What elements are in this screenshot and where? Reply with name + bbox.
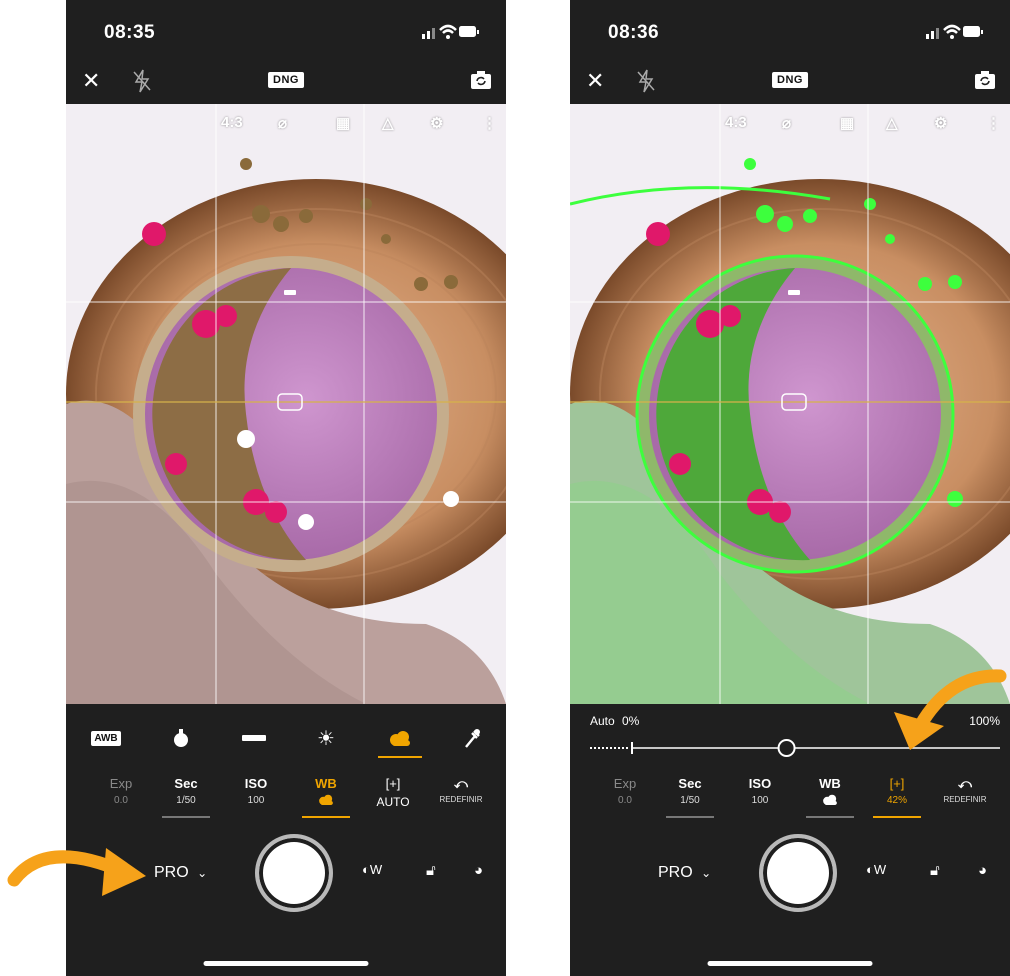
smoothie-bowl	[133, 256, 449, 572]
slider-label-auto: Auto	[590, 714, 615, 728]
shutter-button[interactable]	[255, 834, 333, 912]
settings-icon[interactable]: ⚙	[934, 114, 947, 132]
lock-icon[interactable]: 🔓︎	[426, 862, 436, 879]
param-shutter[interactable]: Sec 1/50	[660, 776, 720, 818]
chevron-down-icon: ⌄	[197, 866, 208, 880]
param-iso[interactable]: ISO 100	[730, 776, 790, 806]
fluorescent-icon[interactable]	[234, 724, 274, 752]
more-icon[interactable]: ⋮	[986, 114, 1001, 132]
lock-icon[interactable]: 🔓︎	[930, 862, 940, 879]
shutter-button[interactable]	[759, 834, 837, 912]
camera-viewfinder[interactable]: 4:3 ⌀ ▦ △ ⚙ ⋮	[570, 104, 1010, 704]
battery-icon	[963, 26, 983, 37]
dng-format-badge[interactable]: DNG	[268, 72, 304, 88]
wifi-icon	[439, 24, 457, 39]
slider-thumb	[777, 739, 796, 757]
param-shutter[interactable]: Sec 1/50	[156, 776, 216, 818]
mode-selector[interactable]: PRO ⌄	[658, 864, 711, 882]
signal-icon	[926, 28, 939, 39]
timer-icon[interactable]: ⌀	[782, 114, 791, 132]
param-row: Exp 0.0 Sec 1/50 ISO 100 WB [+] 42% ⤺ RE…	[570, 776, 1010, 824]
cloudy-icon[interactable]	[380, 724, 420, 752]
battery-icon	[459, 26, 479, 37]
timer-icon[interactable]: ⌀	[278, 114, 287, 132]
flip-camera-icon[interactable]	[974, 70, 996, 90]
param-exp[interactable]: Exp 0.0	[595, 776, 655, 806]
wb-mode-row: AWB ☀	[66, 720, 506, 760]
home-indicator	[203, 961, 369, 966]
camera-viewfinder[interactable]: 4:3 ⌀ ▦ △ ⚙ ⋮	[66, 104, 506, 704]
settings-icon[interactable]: ⚙	[430, 114, 443, 132]
grid-icon[interactable]: ▦	[840, 114, 854, 132]
aspect-ratio-label[interactable]: 4:3	[725, 114, 747, 131]
flash-off-icon[interactable]	[132, 68, 152, 94]
active-mode-underline	[378, 756, 422, 758]
status-icons	[926, 24, 983, 39]
status-bar: 08:36	[570, 0, 1010, 62]
status-time: 08:35	[104, 22, 156, 43]
close-icon[interactable]: ✕	[82, 68, 100, 94]
param-iso[interactable]: ISO 100	[226, 776, 286, 806]
param-wb[interactable]: WB	[296, 776, 356, 818]
annotation-arrow-left	[7, 848, 146, 896]
shutter-row: PRO ⌄ ◐W 🔓︎ ◕	[570, 822, 1010, 932]
param-focus[interactable]: [+] AUTO	[363, 776, 423, 809]
undo-icon: ⤺	[958, 776, 972, 791]
reset-button[interactable]: ⤺ REDEFINIR	[431, 776, 491, 804]
viewfinder-toolbar: 4:3 ⌀ ▦ △ ⚙ ⋮	[216, 114, 506, 144]
status-bar: 08:35	[66, 0, 506, 62]
status-icons	[422, 24, 479, 39]
param-row: Exp 0.0 Sec 1/50 ISO 100 WB [+] AUTO ⤺ R…	[66, 776, 506, 824]
close-icon[interactable]: ✕	[586, 68, 604, 94]
incandescent-icon[interactable]	[161, 724, 201, 752]
daylight-icon[interactable]: ☀	[306, 724, 346, 752]
lens-switch[interactable]: ◐W	[866, 862, 886, 877]
flash-off-icon[interactable]	[636, 68, 656, 94]
mode-selector[interactable]: PRO ⌄	[154, 864, 207, 882]
param-focus[interactable]: [+] 42%	[867, 776, 927, 818]
viewfinder-toolbar: 4:3 ⌀ ▦ △ ⚙ ⋮	[720, 114, 1010, 144]
dng-format-badge[interactable]: DNG	[772, 72, 808, 88]
level-icon[interactable]: △	[886, 114, 898, 132]
flip-camera-icon[interactable]	[470, 70, 492, 90]
aspect-ratio-label[interactable]: 4:3	[221, 114, 243, 131]
more-icon[interactable]: ⋮	[482, 114, 497, 132]
wb-awb-button[interactable]: AWB	[86, 724, 126, 752]
lens-icon: ◐	[362, 862, 370, 877]
chevron-down-icon: ⌄	[701, 866, 712, 880]
signal-icon	[422, 28, 435, 39]
lens-icon: ◐	[866, 862, 874, 877]
camera-top-bar: ✕ DNG	[66, 62, 506, 104]
eyedropper-icon[interactable]	[452, 724, 492, 752]
param-wb[interactable]: WB	[800, 776, 860, 818]
cloudy-icon	[319, 794, 333, 805]
level-icon[interactable]: △	[382, 114, 394, 132]
smoothie-bowl	[637, 256, 953, 572]
filter-icon[interactable]: ◕	[474, 862, 483, 879]
camera-top-bar: ✕ DNG	[570, 62, 1010, 104]
home-indicator	[707, 961, 873, 966]
phone-right: 08:36 ✕ DNG 4:3 ⌀ ▦ △ ⚙ ⋮ Auto 0% 100% E…	[570, 0, 1010, 976]
param-exp[interactable]: Exp 0.0	[91, 776, 151, 806]
lens-switch[interactable]: ◐W	[362, 862, 382, 877]
undo-icon: ⤺	[454, 776, 468, 791]
grid-icon[interactable]: ▦	[336, 114, 350, 132]
status-time: 08:36	[608, 22, 660, 43]
wifi-icon	[943, 24, 961, 39]
filter-icon[interactable]: ◕	[978, 862, 987, 879]
reset-button[interactable]: ⤺ REDEFINIR	[935, 776, 995, 804]
cloudy-icon	[823, 794, 837, 805]
slider-label-min: 0%	[622, 714, 640, 728]
annotation-arrow-right	[894, 669, 1007, 750]
